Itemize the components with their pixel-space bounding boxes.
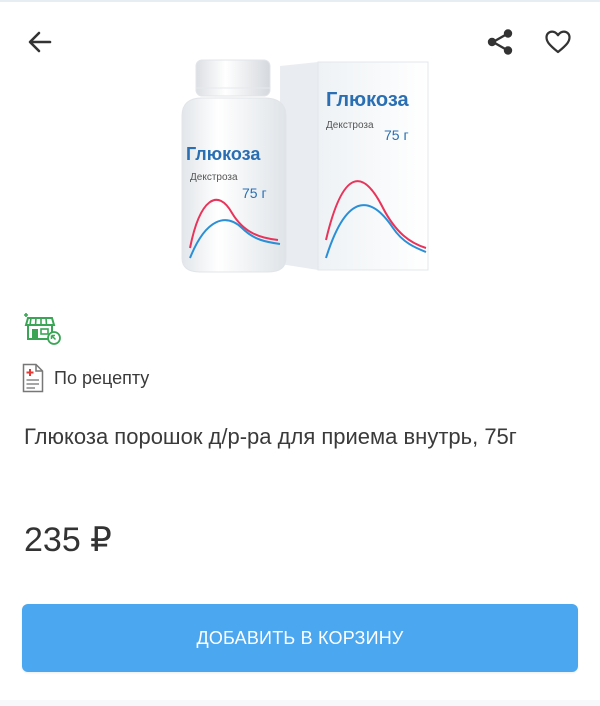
prescription-document-icon (22, 363, 44, 393)
product-price: 235 ₽ (24, 521, 112, 559)
bottle-dose-text: 75 г (242, 185, 267, 201)
heart-outline-icon (545, 30, 571, 54)
add-to-cart-label: ДОБАВИТЬ В КОРЗИНУ (196, 627, 404, 648)
product-title: Глюкоза порошок д/р-ра для приема внутрь… (24, 424, 517, 449)
add-to-cart-button[interactable]: ДОБАВИТЬ В КОРЗИНУ (22, 604, 578, 672)
share-button[interactable] (480, 22, 520, 62)
box-dose-text: 75 г (384, 127, 409, 143)
back-button[interactable] (20, 22, 60, 62)
box-brand-text: Глюкоза (326, 89, 410, 111)
bottle-brand-text: Глюкоза (186, 144, 261, 164)
share-icon (487, 29, 513, 55)
product-image: Глюкоза Декстроза 75 г Глюкоза Декстроза… (181, 59, 429, 273)
box-substance-text: Декстроза (326, 120, 374, 131)
bottle-substance-text: Декстроза (190, 172, 238, 183)
favorite-button[interactable] (538, 22, 578, 62)
prescription-row: По рецепту (22, 362, 149, 394)
bottom-divider (0, 700, 600, 706)
top-divider (0, 0, 600, 2)
arrow-left-icon (28, 31, 52, 53)
store-pickup-icon (24, 313, 61, 345)
prescription-label: По рецепту (54, 367, 150, 388)
